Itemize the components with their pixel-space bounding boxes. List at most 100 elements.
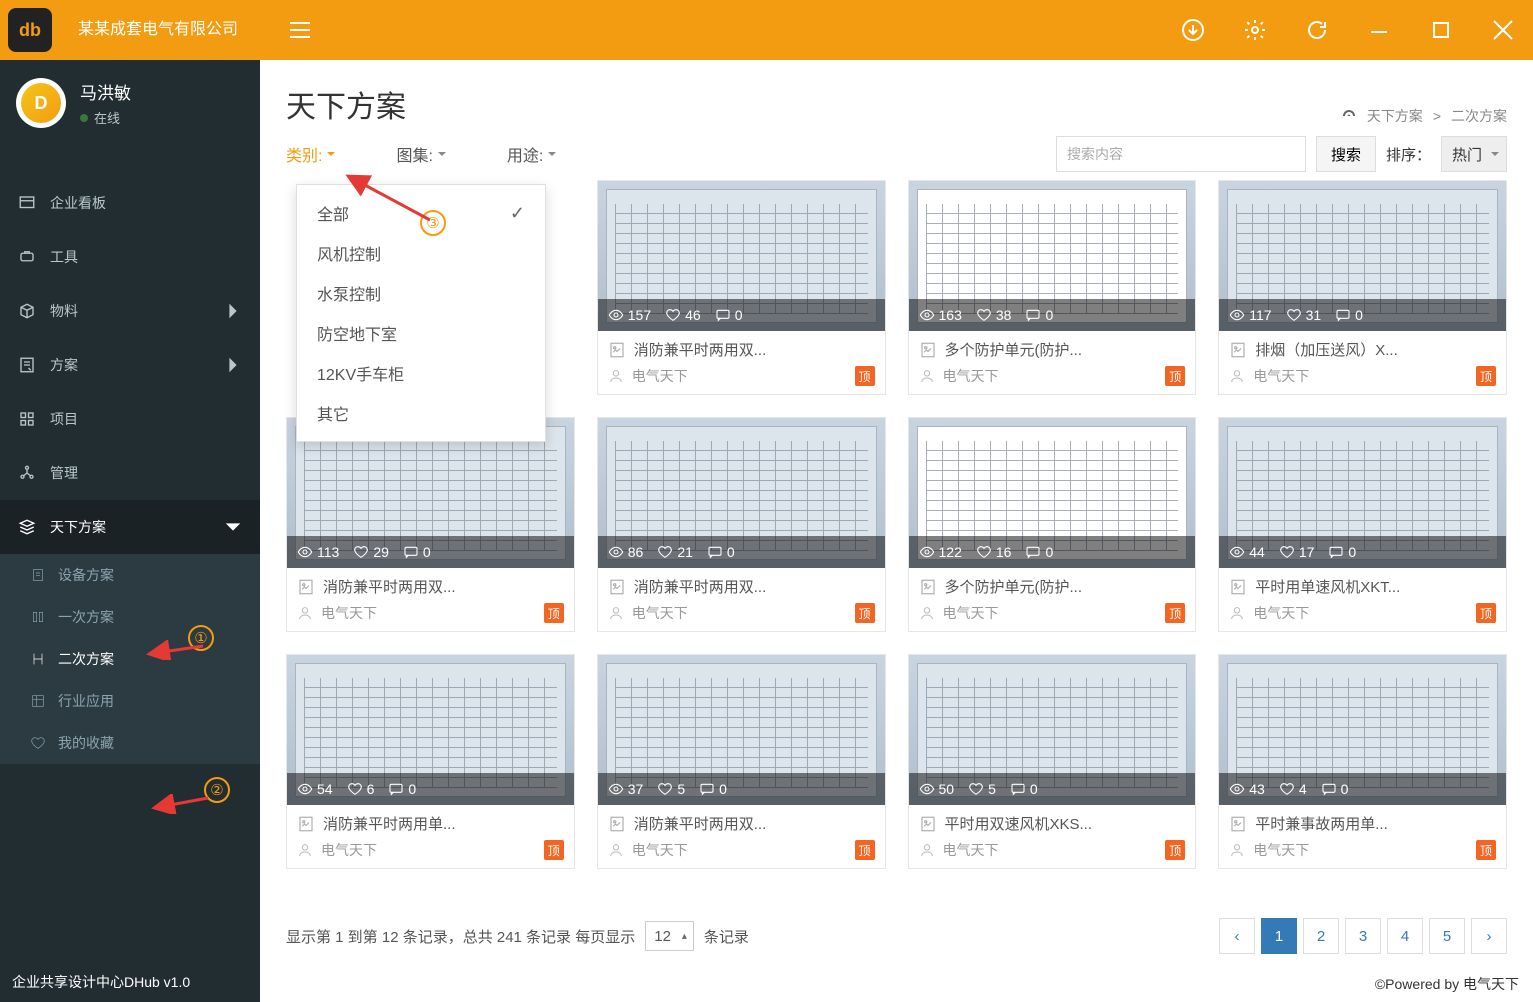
comment-icon	[707, 544, 723, 560]
eye-icon	[919, 544, 935, 560]
dropdown-item[interactable]: 全部✓	[297, 193, 545, 233]
page-prev[interactable]: ‹	[1219, 918, 1255, 954]
sort-label: 排序：	[1386, 144, 1431, 165]
breadcrumb-leaf: 二次方案	[1451, 106, 1507, 126]
card-title: 消防兼平时两用双...	[634, 339, 875, 360]
sidebar-item-tools[interactable]: 工具	[0, 230, 260, 284]
pager-bar: 显示第 1 到第 12 条记录，总共 241 条记录 每页显示 12 条记录 ‹…	[260, 908, 1533, 964]
card[interactable]: 122160多个防护单元(防护...电气天下顶	[908, 417, 1197, 632]
sidebar-sub-secondary[interactable]: 二次方案	[0, 638, 260, 680]
user-icon	[608, 842, 624, 858]
page-next[interactable]: ›	[1471, 918, 1507, 954]
download-icon[interactable]	[1173, 10, 1213, 50]
sidebar-sub-industry[interactable]: 行业应用	[0, 680, 260, 722]
filter-gallery[interactable]: 图集:	[396, 142, 446, 166]
sidebar-item-plans[interactable]: 方案	[0, 338, 260, 392]
card-title: 排烟（加压送风）X...	[1255, 339, 1496, 360]
eye-icon	[919, 781, 935, 797]
top-badge: 顶	[1476, 366, 1496, 386]
card[interactable]: 113290消防兼平时两用双...电气天下顶	[286, 417, 575, 632]
heart-icon	[347, 781, 363, 797]
top-badge: 顶	[855, 603, 875, 623]
minimize-button[interactable]	[1359, 10, 1399, 50]
card[interactable]: 163380 多个防护单元(防护... 电气天下 顶	[908, 180, 1197, 395]
card[interactable]: 5050平时用双速风机XKS...电气天下顶	[908, 654, 1197, 869]
eye-icon	[608, 307, 624, 323]
heart-icon	[1286, 307, 1302, 323]
toolbar: 类别: 图集: 用途: 搜索 排序： 热门	[260, 136, 1533, 180]
category-dropdown: 全部✓风机控制水泵控制防空地下室12KV手车柜其它	[296, 184, 546, 442]
sidebar-item-materials[interactable]: 物料	[0, 284, 260, 338]
menu-toggle-button[interactable]	[280, 0, 320, 60]
card-stats: 5460	[287, 773, 574, 805]
user-icon	[919, 368, 935, 384]
page-2[interactable]: 2	[1303, 918, 1339, 954]
card-title: 消防兼平时两用双...	[634, 576, 875, 597]
card[interactable]: 4340平时兼事故两用单...电气天下顶	[1218, 654, 1507, 869]
search-button[interactable]: 搜索	[1316, 136, 1376, 172]
per-page-select[interactable]: 12	[645, 921, 694, 951]
sidebar-item-dashboard[interactable]: 企业看板	[0, 176, 260, 230]
filter-category[interactable]: 类别:	[286, 142, 336, 166]
card[interactable]: 5460消防兼平时两用单...电气天下顶	[286, 654, 575, 869]
page-5[interactable]: 5	[1429, 918, 1465, 954]
close-button[interactable]	[1483, 10, 1523, 50]
page-1[interactable]: 1	[1261, 918, 1297, 954]
top-badge: 顶	[1476, 603, 1496, 623]
page-4[interactable]: 4	[1387, 918, 1423, 954]
card[interactable]: 86210消防兼平时两用双...电气天下顶	[597, 417, 886, 632]
sidebar-item-projects[interactable]: 项目	[0, 392, 260, 446]
user-icon	[919, 605, 935, 621]
card[interactable]: 157460消防兼平时两用双...电气天下顶	[597, 180, 886, 395]
card[interactable]: 3750消防兼平时两用双...电气天下顶	[597, 654, 886, 869]
maximize-button[interactable]	[1421, 10, 1461, 50]
breadcrumb-root[interactable]: 天下方案	[1367, 106, 1423, 126]
sidebar-sub-primary[interactable]: 一次方案	[0, 596, 260, 638]
window-controls	[1173, 0, 1523, 60]
refresh-icon[interactable]	[1297, 10, 1337, 50]
dropdown-item[interactable]: 风机控制	[297, 233, 545, 273]
top-badge: 顶	[1165, 366, 1185, 386]
search-input[interactable]	[1056, 136, 1306, 172]
comment-icon	[1025, 544, 1041, 560]
user-icon	[1229, 842, 1245, 858]
page-3[interactable]: 3	[1345, 918, 1381, 954]
card[interactable]: 117310排烟（加压送风）X...电气天下顶	[1218, 180, 1507, 395]
user-icon	[1229, 368, 1245, 384]
sidebar: D 马洪敏 在线 企业看板 工具 物料 方案 项目 管理 天下方案 设备方案 一…	[0, 60, 260, 1002]
card-author: 电气天下	[943, 366, 999, 386]
card-author: 电气天下	[943, 840, 999, 860]
doc-icon	[608, 341, 626, 359]
dropdown-item[interactable]: 其它	[297, 393, 545, 433]
card-author: 电气天下	[632, 840, 688, 860]
doc-icon	[919, 341, 937, 359]
dropdown-item[interactable]: 水泵控制	[297, 273, 545, 313]
settings-icon[interactable]	[1235, 10, 1275, 50]
card-thumb: 163380	[909, 181, 1196, 331]
sidebar-item-world-plans[interactable]: 天下方案	[0, 500, 260, 554]
top-badge: 顶	[544, 603, 564, 623]
page-header: 天下方案 天下方案 > 二次方案	[260, 60, 1533, 136]
dropdown-item[interactable]: 防空地下室	[297, 313, 545, 353]
card-title: 多个防护单元(防护...	[945, 339, 1186, 360]
doc-icon	[1229, 578, 1247, 596]
sidebar-sub-favorites[interactable]: 我的收藏	[0, 722, 260, 764]
card[interactable]: 44170平时用单速风机XKT...电气天下顶	[1218, 417, 1507, 632]
eye-icon	[297, 781, 313, 797]
comment-icon	[715, 307, 731, 323]
dropdown-item[interactable]: 12KV手车柜	[297, 353, 545, 393]
avatar[interactable]: D	[16, 78, 66, 128]
card-stats: 157460	[598, 299, 885, 331]
sidebar-item-manage[interactable]: 管理	[0, 446, 260, 500]
sort-select[interactable]: 热门	[1441, 136, 1507, 172]
eye-icon	[608, 781, 624, 797]
card-stats: 4340	[1219, 773, 1506, 805]
filter-usage[interactable]: 用途:	[507, 142, 557, 166]
doc-icon	[297, 578, 315, 596]
sidebar-sub-device[interactable]: 设备方案	[0, 554, 260, 596]
nav: 企业看板 工具 物料 方案 项目 管理 天下方案 设备方案 一次方案 二次方案 …	[0, 176, 260, 764]
card-author: 电气天下	[321, 603, 377, 623]
card-thumb: 122160	[909, 418, 1196, 568]
doc-icon	[608, 815, 626, 833]
doc-icon	[608, 578, 626, 596]
